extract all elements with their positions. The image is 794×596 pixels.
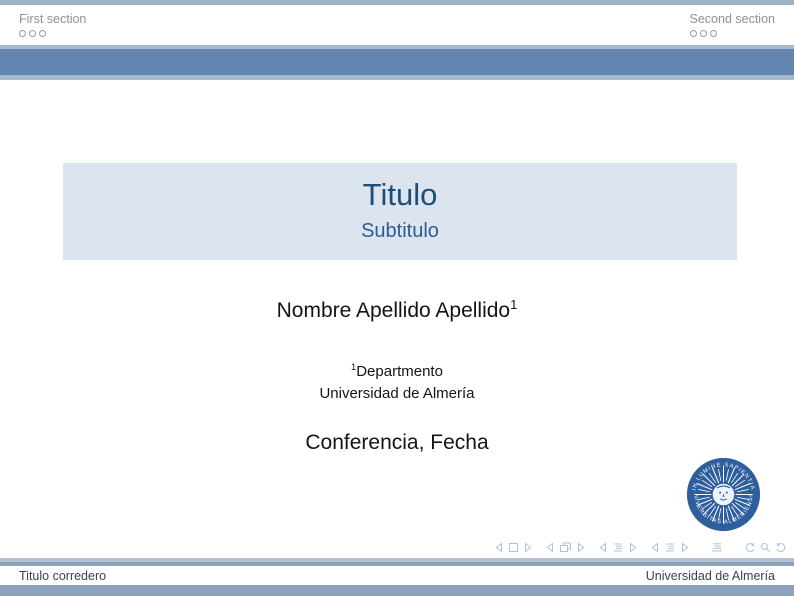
header-section-second: Second section <box>690 12 775 37</box>
frame-overview-icon[interactable] <box>559 542 572 553</box>
go-forward-icon[interactable] <box>775 542 787 553</box>
author-footnote-marker: 1 <box>510 297 517 312</box>
miniframe-dots-second <box>690 30 775 37</box>
go-back-icon[interactable] <box>744 542 756 553</box>
miniframe-dot[interactable] <box>39 30 46 37</box>
navigation-symbols <box>494 540 787 554</box>
miniframe-dot[interactable] <box>29 30 36 37</box>
footline: Titulo corredero Universidad de Almería <box>0 566 794 585</box>
prev-subsection-icon[interactable] <box>650 542 660 553</box>
miniframe-dots-first <box>19 30 86 37</box>
subsection-list-icon[interactable] <box>664 542 676 553</box>
bottom-accent-bar <box>0 585 794 596</box>
title-box: Titulo Subtitulo <box>63 163 737 260</box>
author-name: Nombre Apellido Apellido <box>277 299 510 322</box>
miniframe-dot[interactable] <box>710 30 717 37</box>
miniframe-dot[interactable] <box>700 30 707 37</box>
section-link-first[interactable]: First section <box>19 12 86 26</box>
miniframe-dot[interactable] <box>690 30 697 37</box>
next-slide-icon[interactable] <box>523 542 533 553</box>
frametitle-bar <box>0 45 794 80</box>
footline-short-title: Titulo corredero <box>19 569 106 583</box>
institute-line-1: 1Departmento <box>0 361 794 383</box>
headline: First section Second section <box>0 5 794 45</box>
beamer-title-slide: First section Second section Titulo Subt… <box>0 0 794 596</box>
institute-block: 1Departmento Universidad de Almería <box>0 361 794 404</box>
footline-institute: Universidad de Almería <box>646 569 775 583</box>
header-section-first: First section <box>19 12 86 37</box>
slide-frame-icon[interactable] <box>508 542 519 553</box>
prev-frame-icon[interactable] <box>545 542 555 553</box>
prev-slide-icon[interactable] <box>494 542 504 553</box>
university-seal-logo: IN LUMINE SAPIENTIA VNIVERSITAS ALMERIEN… <box>686 457 761 532</box>
slide-subtitle: Subtitulo <box>63 212 737 243</box>
conference-date-line: Conferencia, Fecha <box>0 431 794 455</box>
university-seal-icon: IN LUMINE SAPIENTIA VNIVERSITAS ALMERIEN… <box>686 457 761 532</box>
institute-line-2: Universidad de Almería <box>0 383 794 405</box>
prev-section-icon[interactable] <box>598 542 608 553</box>
section-list-icon[interactable] <box>612 542 624 553</box>
miniframe-dot[interactable] <box>19 30 26 37</box>
next-subsection-icon[interactable] <box>680 542 690 553</box>
next-section-icon[interactable] <box>628 542 638 553</box>
author-line: Nombre Apellido Apellido1 <box>0 299 794 323</box>
section-link-second[interactable]: Second section <box>690 12 775 26</box>
search-icon[interactable] <box>760 542 771 553</box>
institute-department: Departmento <box>356 363 443 380</box>
next-frame-icon[interactable] <box>576 542 586 553</box>
slide-title: Titulo <box>63 163 737 212</box>
document-outline-icon[interactable] <box>711 542 723 553</box>
